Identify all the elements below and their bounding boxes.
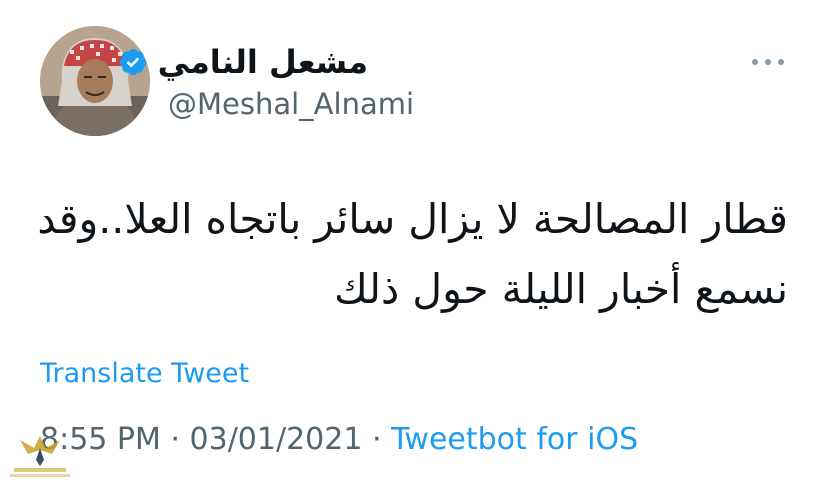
tweet-date[interactable]: 03/01/2021 (190, 422, 363, 457)
display-name[interactable]: مشعل النامي (158, 42, 368, 82)
user-handle[interactable]: @Meshal_Alnami (168, 86, 414, 122)
more-horizontal-icon (778, 59, 784, 65)
more-options-button[interactable] (752, 50, 784, 74)
tweet-metadata: 8:55 PM · 03/01/2021 · Tweetbot for iOS (40, 420, 638, 460)
display-name-row: مشعل النامي (118, 42, 368, 82)
more-horizontal-icon (765, 59, 771, 65)
meta-separator: · (170, 422, 190, 457)
tweet-card: مشعل النامي @Meshal_Alnami قطار المصالحة… (0, 0, 828, 482)
tweet-text: قطار المصالحة لا يزال سائر باتجاه العلا.… (37, 195, 788, 313)
arab-defense-forum-watermark-icon (6, 430, 74, 480)
meta-separator: · (371, 422, 392, 457)
translate-tweet-link[interactable]: Translate Tweet (40, 356, 249, 392)
verified-badge-icon (118, 47, 148, 77)
tweet-source-link[interactable]: Tweetbot for iOS (391, 422, 638, 457)
more-horizontal-icon (752, 59, 758, 65)
